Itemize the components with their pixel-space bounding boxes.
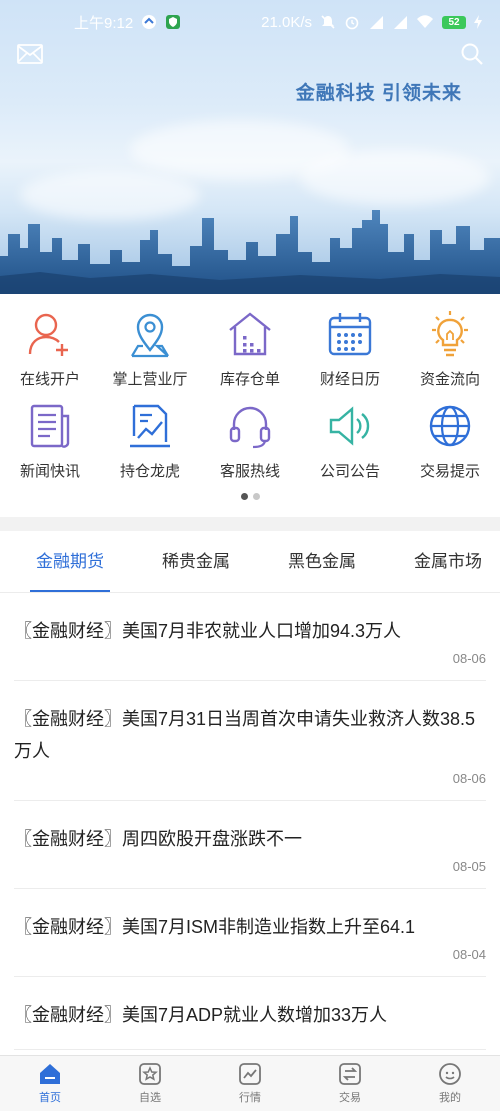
- tab-ferrous-metals[interactable]: 黑色金属: [252, 531, 378, 592]
- location-pin-icon: [131, 313, 169, 358]
- menu-item-label: 公司公告: [319, 463, 380, 480]
- globe-icon: [429, 405, 471, 447]
- quick-menu-row-2: 新闻快讯 持仓龙虎 客服热线 公司公告 交易提示: [0, 392, 500, 484]
- mute-icon: [320, 14, 336, 30]
- bottom-navigation: 首页 自选 行情 交易 我的: [0, 1055, 500, 1111]
- news-date: [14, 1035, 486, 1049]
- warehouse-icon: [229, 312, 271, 356]
- menu-item-trade-tips[interactable]: 交易提示: [400, 392, 500, 484]
- menu-item-service-hotline[interactable]: 客服热线: [200, 392, 300, 484]
- battery-icon: 52: [442, 15, 466, 29]
- chart-document-icon: [130, 404, 170, 448]
- app-root: 上午9:12 21.0K/s 52 金融科技 引领未来 在线开户 掌上营业厅 库…: [0, 0, 500, 1111]
- section-divider: [0, 517, 500, 531]
- news-item[interactable]: 〖金融财经〗美国7月非农就业人口增加94.3万人 08-06: [14, 593, 486, 681]
- hero-banner: 上午9:12 21.0K/s 52 金融科技 引领未来: [0, 0, 500, 294]
- city-skyline-image: [0, 210, 500, 294]
- menu-item-warehouse-receipt[interactable]: 库存仓单: [200, 300, 300, 392]
- menu-item-label: 库存仓单: [219, 371, 280, 388]
- news-title: 〖金融财经〗美国7月非农就业人口增加94.3万人: [14, 621, 402, 641]
- menu-item-finance-calendar[interactable]: 财经日历: [300, 300, 400, 392]
- status-time: 上午9:12: [74, 14, 134, 32]
- lightbulb-icon: [432, 311, 468, 357]
- news-list: 〖金融财经〗美国7月非农就业人口增加94.3万人 08-06 〖金融财经〗美国7…: [0, 593, 500, 1050]
- speaker-icon: [329, 406, 370, 446]
- nav-label: 我的: [439, 1092, 461, 1104]
- news-title: 〖金融财经〗美国7月31日当周首次申请失业救济人数38.5万人: [14, 709, 476, 761]
- nav-home[interactable]: 首页: [0, 1056, 100, 1111]
- wifi-icon: [416, 14, 434, 30]
- menu-item-label: 持仓龙虎: [119, 463, 180, 480]
- tab-financial-futures[interactable]: 金融期货: [0, 531, 126, 592]
- menu-item-capital-flow[interactable]: 资金流向: [400, 300, 500, 392]
- page-dot[interactable]: [252, 493, 260, 500]
- notification-badge-icon: [141, 14, 157, 30]
- nav-watchlist[interactable]: 自选: [100, 1056, 200, 1111]
- alarm-icon: [344, 14, 360, 30]
- banner-slogan: 金融科技 引领未来: [295, 83, 462, 104]
- nav-profile[interactable]: 我的: [400, 1056, 500, 1111]
- menu-item-label: 客服热线: [219, 463, 280, 480]
- add-user-icon: [28, 313, 68, 356]
- menu-item-label: 财经日历: [319, 371, 380, 388]
- trade-icon: [339, 1063, 361, 1085]
- news-title: 〖金融财经〗周四欧股开盘涨跌不一: [14, 829, 302, 849]
- menu-item-news-flash[interactable]: 新闻快讯: [0, 392, 100, 484]
- menu-item-label: 在线开户: [19, 371, 80, 388]
- nav-label: 行情: [239, 1092, 261, 1104]
- nav-market[interactable]: 行情: [200, 1056, 300, 1111]
- quick-menu: 在线开户 掌上营业厅 库存仓单 财经日历 资金流向 新闻快讯 持仓龙虎 客服热线…: [0, 300, 500, 484]
- calendar-icon: [328, 313, 372, 356]
- nav-label: 首页: [39, 1092, 61, 1104]
- menu-item-label: 交易提示: [419, 463, 480, 480]
- profile-icon: [439, 1063, 461, 1085]
- news-item[interactable]: 〖金融财经〗美国7月ISM非制造业指数上升至64.1 08-04: [14, 889, 486, 977]
- tab-precious-metals[interactable]: 稀贵金属: [126, 531, 252, 592]
- news-date: 08-06: [452, 651, 486, 666]
- tab-metal-market[interactable]: 金属市场: [378, 531, 500, 592]
- menu-item-online-account[interactable]: 在线开户: [0, 300, 100, 392]
- hd-signal-icon: [368, 14, 384, 30]
- news-title: 〖金融财经〗美国7月ISM非制造业指数上升至64.1: [14, 917, 416, 937]
- star-icon: [139, 1063, 161, 1085]
- nav-label: 交易: [339, 1092, 361, 1104]
- newspaper-icon: [30, 404, 70, 448]
- menu-item-position-ranking[interactable]: 持仓龙虎: [100, 392, 200, 484]
- menu-item-label: 新闻快讯: [19, 463, 80, 480]
- market-chart-icon: [239, 1063, 261, 1085]
- menu-item-label: 资金流向: [419, 371, 480, 388]
- news-date: 08-04: [452, 947, 486, 962]
- search-icon[interactable]: [460, 42, 484, 66]
- headset-icon: [229, 406, 271, 449]
- page-dot-active: [240, 493, 248, 500]
- nav-trade[interactable]: 交易: [300, 1056, 400, 1111]
- status-bar: 上午9:12 21.0K/s 52: [0, 0, 500, 44]
- charging-icon: [474, 15, 482, 29]
- nav-label: 自选: [139, 1092, 161, 1104]
- news-title: 〖金融财经〗美国7月ADP就业人数增加33万人: [14, 1005, 388, 1025]
- home-icon: [40, 1064, 60, 1084]
- menu-page-indicator: [0, 493, 500, 500]
- news-date: 08-06: [452, 771, 486, 786]
- news-item[interactable]: 〖金融财经〗美国7月ADP就业人数增加33万人: [14, 977, 486, 1050]
- menu-item-label: 掌上营业厅: [112, 371, 188, 388]
- shield-icon: [165, 14, 181, 30]
- news-item[interactable]: 〖金融财经〗美国7月31日当周首次申请失业救济人数38.5万人 08-06: [14, 681, 486, 801]
- mail-icon[interactable]: [17, 44, 43, 64]
- signal-icon: [392, 14, 408, 30]
- menu-item-mobile-hall[interactable]: 掌上营业厅: [100, 300, 200, 392]
- news-item[interactable]: 〖金融财经〗周四欧股开盘涨跌不一 08-05: [14, 801, 486, 889]
- network-speed: 21.0K/s: [261, 13, 312, 31]
- news-category-tabs: 金融期货 稀贵金属 黑色金属 金属市场 能: [0, 531, 500, 593]
- news-date: 08-05: [452, 859, 486, 874]
- quick-menu-row-1: 在线开户 掌上营业厅 库存仓单 财经日历 资金流向: [0, 300, 500, 392]
- menu-item-company-notice[interactable]: 公司公告: [300, 392, 400, 484]
